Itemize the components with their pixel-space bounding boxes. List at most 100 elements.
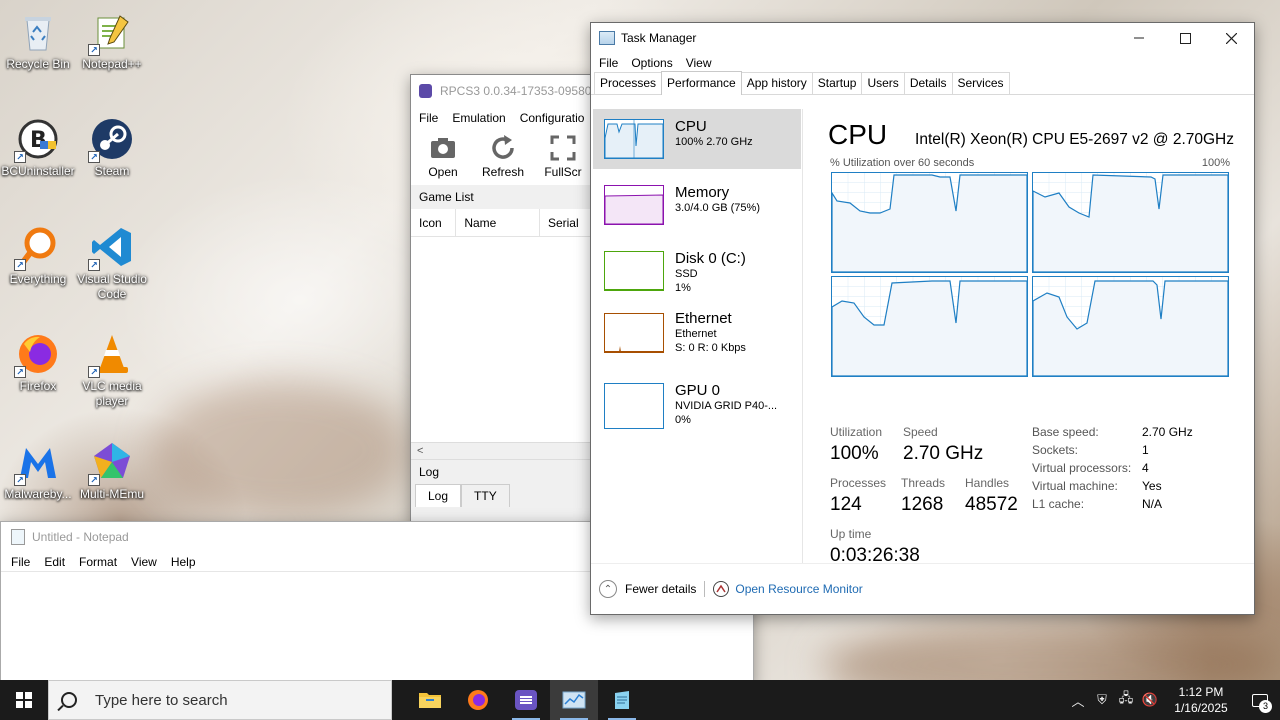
maximize-button[interactable] [1162,23,1208,53]
taskbar-search-box[interactable]: Type here to search [48,680,392,720]
rpcs3-fullscreen-button[interactable]: FullScr [537,129,589,185]
taskbar-task-manager[interactable] [550,680,598,720]
rpcs3-menu-emulation[interactable]: Emulation [452,111,505,125]
notepad-menu-help[interactable]: Help [171,555,196,569]
chevron-up-icon[interactable]: ⌃ [599,580,617,598]
desktop-icon-everything[interactable]: ↗ Everything [0,225,76,287]
everything-icon: ↗ [14,225,60,271]
desktop-icon-firefox[interactable]: ↗ Firefox [0,332,76,394]
minimize-button[interactable] [1116,23,1162,53]
windows-logo-icon [16,692,32,708]
desktop-icon-malwarebytes[interactable]: ↗ Malwareby... [0,440,76,502]
shortcut-arrow-icon: ↗ [88,366,100,378]
threads-value: 1268 [901,494,944,515]
system-tray: ︿ ⛨ 🖧 🔇 1:12 PM 1/16/2025 3 [1066,680,1280,720]
resource-item-gpu[interactable]: GPU 0 NVIDIA GRID P40-... 0% [593,373,801,433]
rpcs3-horizontal-scrollbar[interactable]: < [411,442,599,459]
rpcs3-icon [515,690,537,710]
malwarebytes-icon: ↗ [14,440,60,486]
rpcs3-refresh-button[interactable]: Refresh [477,129,529,185]
resource-item-ethernet[interactable]: Ethernet Ethernet S: 0 R: 0 Kbps [593,307,801,367]
cpu-core-graphs[interactable] [831,172,1231,378]
task-manager-window[interactable]: Task Manager File Options View Processes… [590,22,1255,615]
desktop-icon-label: BCUninstaller [1,164,75,178]
network-icon[interactable]: 🖧 [1114,689,1138,711]
tm-menu-options[interactable]: Options [631,56,672,70]
notepad-menu-file[interactable]: File [11,555,30,569]
rpcs3-refresh-label: Refresh [481,165,525,179]
column-header-icon[interactable]: Icon [411,208,457,237]
pane-divider[interactable] [802,109,803,564]
notepad-menu-edit[interactable]: Edit [44,555,65,569]
shortcut-arrow-icon: ↗ [14,259,26,271]
security-shield-icon[interactable]: ⛨ [1090,692,1114,708]
tab-details[interactable]: Details [903,72,953,94]
taskbar-clock[interactable]: 1:12 PM 1/16/2025 [1162,684,1240,716]
virtual-machine-value: Yes [1142,479,1162,493]
task-manager-menubar: File Options View [591,53,1254,73]
volume-muted-icon[interactable]: 🔇 [1138,692,1162,708]
desktop-icon-notepadpp[interactable]: ↗ Notepad++ [74,10,150,72]
rpcs3-log-label: Log [411,459,599,483]
resource-monitor-icon [713,581,730,597]
resource-item-memory[interactable]: Memory 3.0/4.0 GB (75%) [593,175,801,235]
desktop-icon-vlc[interactable]: ↗ VLC media player [74,332,150,409]
taskbar-rpcs3[interactable] [502,680,550,720]
tab-startup[interactable]: Startup [811,72,863,94]
rpcs3-titlebar[interactable]: RPCS3 0.0.34-17353-09580595 [411,75,599,107]
virtual-processors-label: Virtual processors: [1032,461,1132,475]
gpu-thumbnail-graph [604,383,664,429]
virtual-processors-value: 4 [1142,461,1149,475]
vlc-icon: ↗ [88,332,134,378]
rpcs3-window[interactable]: RPCS3 0.0.34-17353-09580595 File Emulati… [410,74,600,524]
notification-center-button[interactable]: 3 [1240,680,1280,720]
tab-log[interactable]: Log [415,484,462,507]
tab-app-history[interactable]: App history [740,72,813,94]
scroll-left-icon[interactable]: < [417,445,423,457]
rpcs3-game-list[interactable] [411,237,599,442]
close-button[interactable] [1208,23,1254,53]
footer-separator [704,581,706,597]
desktop-icon-label: VLC media player [82,379,142,408]
desktop-icon-multi-memu[interactable]: ↗ Multi-MEmu [74,440,150,502]
taskbar-file-explorer[interactable] [406,680,454,720]
desktop-icon-recycle-bin[interactable]: Recycle Bin [0,10,76,72]
rpcs3-menu-file[interactable]: File [419,111,438,125]
fewer-details-link[interactable]: Fewer details [625,582,696,596]
open-resource-monitor-link[interactable]: Open Resource Monitor [735,582,862,596]
desktop-icon-vscode[interactable]: ↗ Visual Studio Code [74,225,150,302]
column-header-name[interactable]: Name [456,208,540,237]
desktop-icon-label: Everything [9,272,67,286]
resource-item-disk[interactable]: Disk 0 (C:) SSD 1% [593,241,801,301]
taskbar-notepad[interactable] [598,680,646,720]
tab-services[interactable]: Services [951,72,1010,94]
taskbar-firefox[interactable] [454,680,502,720]
chevron-up-icon[interactable]: ︿ [1066,691,1090,710]
resource-name: Disk 0 (C:) [675,250,746,267]
rpcs3-menu-configuration[interactable]: Configuratio [520,111,585,125]
cpu-core-graph [831,276,1028,377]
disk-thumbnail-graph [604,251,664,291]
task-manager-titlebar[interactable]: Task Manager [591,23,1254,53]
notepad-menu-view[interactable]: View [131,555,157,569]
shortcut-arrow-icon: ↗ [88,474,100,486]
tab-performance[interactable]: Performance [661,71,742,95]
notepad-menu-format[interactable]: Format [79,555,117,569]
tm-menu-file[interactable]: File [599,56,618,70]
tab-processes[interactable]: Processes [594,72,663,94]
rpcs3-menubar: File Emulation Configuratio [411,107,599,129]
desktop-icon-bcuninstaller[interactable]: B ↗ BCUninstaller [0,117,76,179]
task-manager-footer: ⌃ Fewer details Open Resource Monitor [591,563,1254,614]
resource-detail: S: 0 R: 0 Kbps [675,342,746,354]
start-button[interactable] [0,680,48,720]
base-speed-label: Base speed: [1032,425,1099,439]
rpcs3-open-button[interactable]: Open [417,129,469,185]
desktop-icon-steam[interactable]: ↗ Steam [74,117,150,179]
resource-item-cpu[interactable]: CPU 100% 2.70 GHz [593,109,801,169]
resource-name: Ethernet [675,310,732,327]
tab-users[interactable]: Users [861,72,905,94]
tm-menu-view[interactable]: View [686,56,712,70]
desktop-icon-label: Notepad++ [82,57,142,71]
tab-tty[interactable]: TTY [461,484,510,507]
shortcut-arrow-icon: ↗ [14,151,26,163]
